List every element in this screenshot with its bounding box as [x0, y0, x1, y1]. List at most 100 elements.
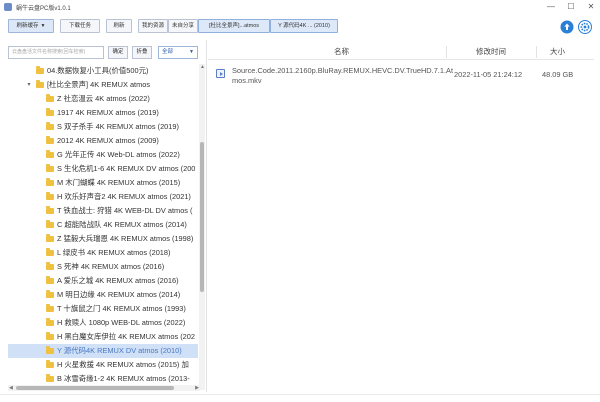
scroll-thumb[interactable] — [16, 386, 174, 390]
tree-item[interactable]: A 爱乐之城 4K REMUX atmos (2016) — [8, 274, 198, 288]
window-title: 蜗牛云盘PC版v1.0.1 — [16, 5, 71, 12]
file-size: 48.09 GB — [542, 70, 574, 79]
title-bar: 蜗牛云盘PC版v1.0.1 — ☐ ✕ — [0, 0, 600, 14]
tree-item[interactable]: T 铁血战士: 狩猎 4K WEB-DL DV atmos ( — [8, 204, 198, 218]
tree-item-label: H 救赎人 1080p WEB-DL atmos (2022) — [57, 318, 186, 327]
scroll-up-icon[interactable]: ▲ — [200, 64, 205, 70]
folder-icon — [36, 80, 44, 88]
scroll-right-icon[interactable]: ▶ — [195, 385, 199, 391]
tree-item-label: M 明日边缘 4K REMUX atmos (2014) — [57, 290, 181, 299]
tree-item[interactable]: H 火星救援 4K REMUX atmos (2015) 加 — [8, 358, 198, 372]
status-bar — [0, 394, 600, 402]
refresh-button[interactable]: 刷新 — [106, 19, 132, 33]
folder-icon — [46, 234, 54, 242]
folder-icon — [46, 178, 54, 186]
tree-horizontal-scrollbar[interactable]: ◀ ▶ — [8, 385, 200, 391]
confirm-button[interactable]: 确定 — [108, 46, 128, 59]
scroll-left-icon[interactable]: ◀ — [9, 385, 13, 391]
tree-item[interactable]: B 冰雪奇缘1-2 4K REMUX atmos (2013- — [8, 372, 198, 386]
tree-item[interactable]: T 十旗鼠之门 4K REMUX atmos (1993) — [8, 302, 198, 316]
folder-icon — [46, 192, 54, 200]
column-divider[interactable] — [536, 46, 537, 58]
folder-icon — [46, 276, 54, 284]
collapse-button[interactable]: 折叠 — [132, 46, 152, 59]
tree-item-label: 04.数据恢复小工具(价值500元) — [47, 66, 149, 75]
column-divider[interactable] — [446, 46, 447, 58]
scope-select[interactable]: 全部 ▼ — [158, 46, 198, 59]
tree-item[interactable]: G 光年正传 4K Web-DL atmos (2022) — [8, 148, 198, 162]
folder-icon — [46, 220, 54, 228]
tree-item[interactable]: S 生化危机1-6 4K REMUX DV atmos (200 — [8, 162, 198, 176]
search-input[interactable]: 云盘盘活文件名称搜索(回车检索) — [8, 46, 104, 59]
maximize-icon[interactable]: ☐ — [566, 2, 576, 12]
column-modified-header[interactable]: 修改时间 — [476, 44, 506, 60]
folder-icon — [46, 94, 54, 102]
chevron-down-icon: ▼ — [40, 23, 46, 29]
scroll-thumb[interactable] — [200, 142, 204, 292]
tree-item-label: 2012 4K REMUX atmos (2009) — [57, 136, 159, 145]
tree-item[interactable]: H 救赎人 1080p WEB-DL atmos (2022) — [8, 316, 198, 330]
upload-icon[interactable] — [560, 20, 574, 34]
tree-item[interactable]: Z 社恋温云 4K atmos (2022) — [8, 92, 198, 106]
scope-select-value: 全部 — [162, 49, 174, 55]
tree-item[interactable]: S 双子杀手 4K REMUX atmos (2019) — [8, 120, 198, 134]
tree-item[interactable]: 04.数据恢复小工具(价值500元) — [8, 64, 198, 78]
panel-splitter[interactable] — [206, 40, 207, 392]
tab-source-code-folder[interactable]: Y 源代码4K ... (2010) — [270, 19, 338, 33]
download-tasks-button[interactable]: 下载任务 — [60, 19, 100, 33]
mode-dropdown[interactable]: 刷新缓存 ▼ — [8, 19, 54, 33]
window-controls: — ☐ ✕ — [546, 0, 596, 14]
tab-unshared[interactable]: 未自分享 — [168, 19, 198, 33]
tree-item[interactable]: C 超能陆战队 4K REMUX atmos (2014) — [8, 218, 198, 232]
tree-item[interactable]: ▾ [杜比全景声] 4K REMUX atmos — [8, 78, 198, 92]
tree-item[interactable]: M 木门蝴蝶 4K REMUX atmos (2015) — [8, 176, 198, 190]
folder-icon — [46, 374, 54, 382]
folder-icon — [46, 360, 54, 368]
settings-icon[interactable] — [578, 20, 592, 34]
folder-icon — [46, 122, 54, 130]
tree-item[interactable]: M 明日边缘 4K REMUX atmos (2014) — [8, 288, 198, 302]
folder-icon — [46, 248, 54, 256]
tree-item[interactable]: Z 猛毅大兵瑞恩 4K REMUX atmos (1998) — [8, 232, 198, 246]
folder-icon — [46, 318, 54, 326]
tree-vertical-scrollbar[interactable]: ▲ — [199, 64, 205, 390]
folder-icon — [46, 262, 54, 270]
folder-icon — [36, 66, 44, 74]
column-size-header[interactable]: 大小 — [550, 44, 565, 60]
column-name-header[interactable]: 名称 — [334, 44, 349, 60]
tree-item-label: H 欢乐好声音2 4K REMUX atmos (2021) — [57, 192, 191, 201]
folder-icon — [46, 108, 54, 116]
tree-item-label: T 铁血战士: 狩猎 4K WEB-DL DV atmos ( — [57, 206, 193, 215]
folder-icon — [46, 304, 54, 312]
tree-item[interactable]: Y 源代码4K REMUX DV atmos (2010) — [8, 344, 198, 358]
app-logo-icon — [4, 3, 12, 11]
tree-item-label: [杜比全景声] 4K REMUX atmos — [47, 80, 151, 89]
folder-icon — [46, 290, 54, 298]
tab-my-resources[interactable]: 我的资源 — [138, 19, 168, 33]
folder-icon — [46, 332, 54, 340]
tree-item-label: 1917 4K REMUX atmos (2019) — [57, 108, 159, 117]
tree-item[interactable]: L 绿皮书 4K REMUX atmos (2018) — [8, 246, 198, 260]
tree-item-label: A 爱乐之城 4K REMUX atmos (2016) — [57, 276, 179, 285]
folder-icon — [46, 206, 54, 214]
tree-item[interactable]: H 欢乐好声音2 4K REMUX atmos (2021) — [8, 190, 198, 204]
file-row[interactable]: Source.Code.2011.2160p.BluRay.REMUX.HEVC… — [208, 64, 594, 90]
tab-dolby-atmos-folder[interactable]: [杜比全景声]...atmos — [198, 19, 270, 33]
tree-item[interactable]: H 黑白魔女库伊拉 4K REMUX atmos (202 — [8, 330, 198, 344]
tree-item[interactable]: S 死神 4K REMUX atmos (2016) — [8, 260, 198, 274]
file-list-header: 名称 修改时间 大小 — [208, 44, 594, 60]
tree-item-label: Z 猛毅大兵瑞恩 4K REMUX atmos (1998) — [57, 234, 194, 243]
expand-arrow-icon[interactable]: ▾ — [26, 78, 32, 92]
minimize-icon[interactable]: — — [546, 2, 556, 12]
folder-icon — [46, 150, 54, 158]
tree-item[interactable]: 1917 4K REMUX atmos (2019) — [8, 106, 198, 120]
tree-item-label: Z 社恋温云 4K atmos (2022) — [57, 94, 150, 103]
tree-item[interactable]: 2012 4K REMUX atmos (2009) — [8, 134, 198, 148]
folder-icon — [46, 346, 54, 354]
folder-icon — [46, 164, 54, 172]
folder-tree[interactable]: 04.数据恢复小工具(价值500元) ▾ [杜比全景声] 4K REMUX atmo… — [8, 64, 202, 390]
mode-dropdown-label: 刷新缓存 — [16, 23, 39, 29]
file-name: Source.Code.2011.2160p.BluRay.REMUX.HEVC… — [232, 66, 454, 85]
tree-item-label: C 超能陆战队 4K REMUX atmos (2014) — [57, 220, 187, 229]
close-icon[interactable]: ✕ — [586, 2, 596, 12]
